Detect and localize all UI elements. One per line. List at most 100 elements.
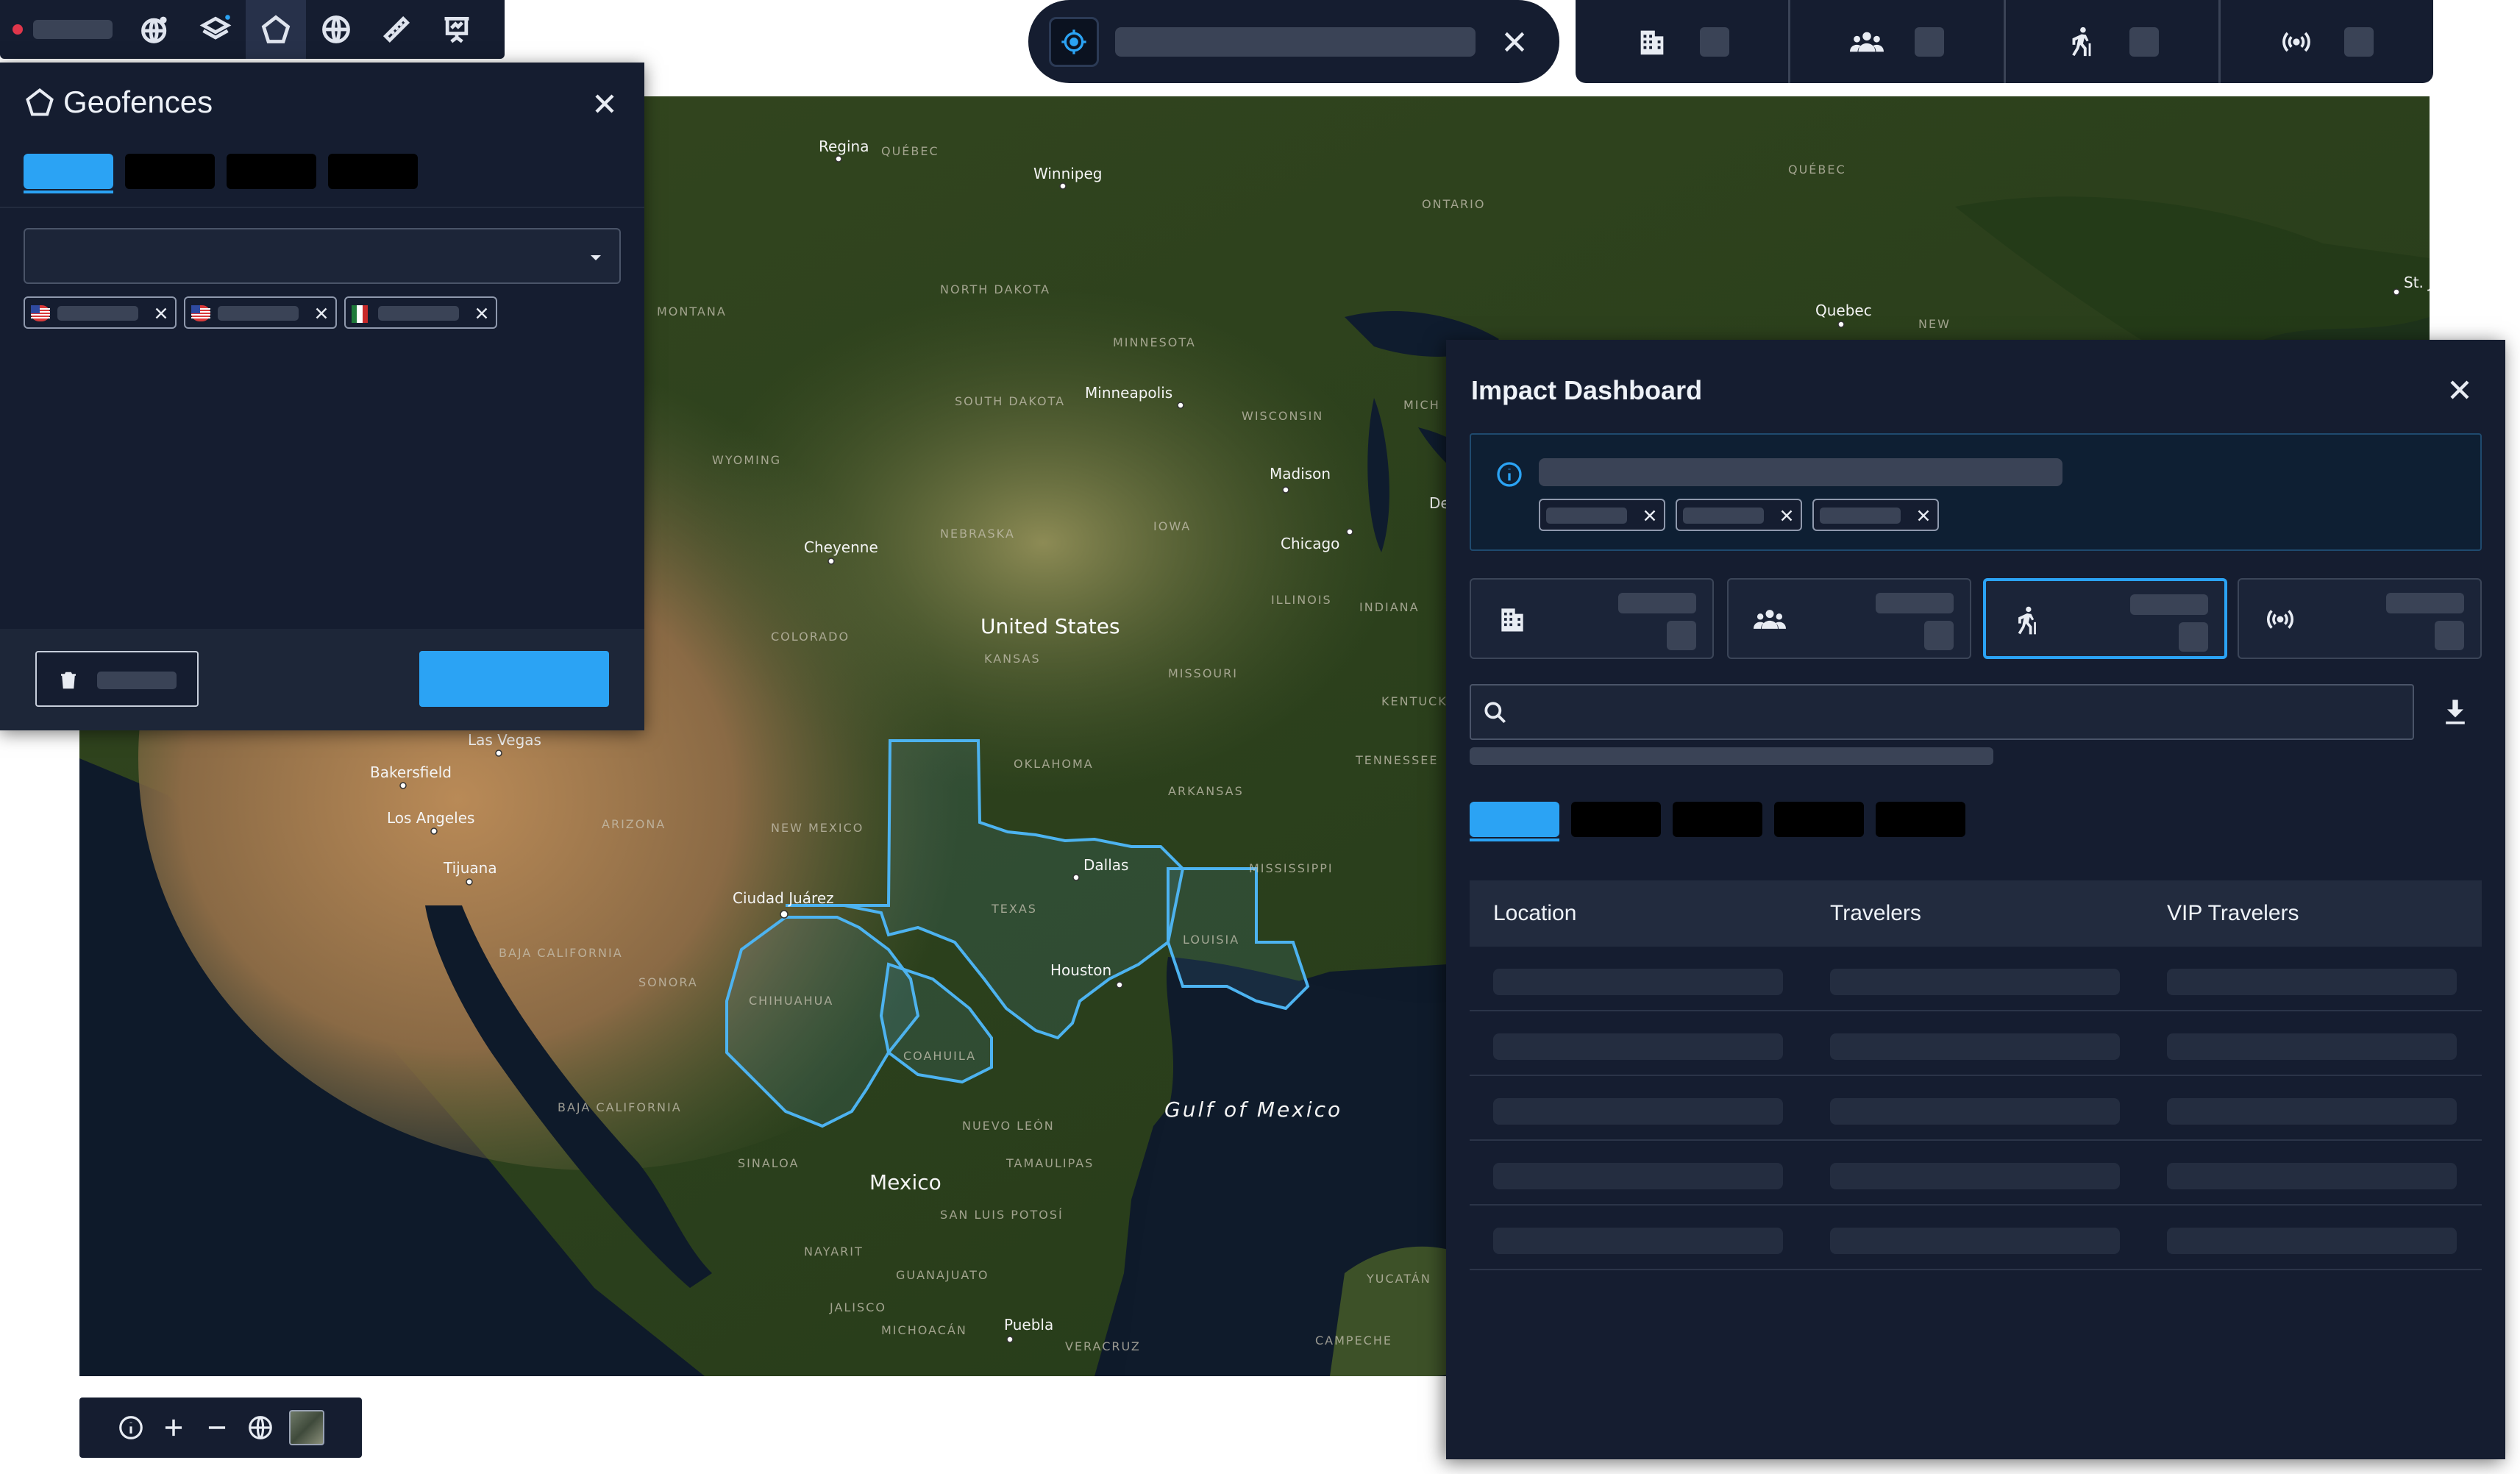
map-label: Madison xyxy=(1270,465,1331,483)
map-label: NEW MEXICO xyxy=(771,821,864,835)
geofence-tab[interactable] xyxy=(227,154,316,189)
impact-tile-broadcast[interactable] xyxy=(2238,578,2482,659)
geofence-tool[interactable] xyxy=(246,0,306,59)
geofence-tab[interactable] xyxy=(125,154,215,189)
people-group-icon xyxy=(1754,610,1786,629)
map-label: ARIZONA xyxy=(602,817,666,831)
map-label: Tijuana xyxy=(443,859,497,877)
remove-tag-icon[interactable] xyxy=(1640,506,1659,525)
globe-pin-tool[interactable] xyxy=(125,0,185,59)
delete-label-placeholder xyxy=(97,672,177,689)
table-row[interactable] xyxy=(1470,1076,2482,1141)
column-header-location[interactable]: Location xyxy=(1493,901,1576,926)
panel-title: Geofences xyxy=(63,85,213,119)
map-label: BAJA CALIFORNIA xyxy=(499,946,623,960)
search-input[interactable] xyxy=(1115,26,1476,57)
cell-placeholder xyxy=(1830,969,2120,995)
zoom-out-icon[interactable] xyxy=(203,1414,231,1442)
geofence-tab[interactable] xyxy=(24,154,113,189)
tab-underline xyxy=(24,191,113,193)
search-clear-button[interactable] xyxy=(1496,24,1533,60)
impact-tile-buildings[interactable] xyxy=(1470,578,1714,659)
globe-tool[interactable] xyxy=(306,0,366,59)
cell-placeholder xyxy=(2167,969,2457,995)
info-icon xyxy=(1497,462,1522,487)
trash-icon xyxy=(61,672,76,689)
tile-value-placeholder xyxy=(2179,622,2208,652)
geofence-tab[interactable] xyxy=(328,154,418,189)
cell-placeholder xyxy=(2167,1228,2457,1254)
remove-tag-icon[interactable] xyxy=(1777,506,1796,525)
info-icon[interactable] xyxy=(117,1414,145,1442)
remove-tag-icon[interactable] xyxy=(1914,506,1933,525)
cell-placeholder xyxy=(1830,1098,2120,1125)
pentagon-icon xyxy=(26,88,54,116)
map-label: TEXAS xyxy=(991,902,1037,916)
impact-tile-people[interactable] xyxy=(1727,578,1971,659)
map-label: Las Vegas xyxy=(468,731,541,749)
impact-tab[interactable] xyxy=(1571,802,1661,837)
map-label: CHIHUAHUA xyxy=(749,994,833,1008)
remove-tag-icon[interactable] xyxy=(312,304,331,323)
metric-broadcast[interactable] xyxy=(2221,0,2433,83)
download-button[interactable] xyxy=(2439,696,2471,728)
map-label: JALISCO xyxy=(829,1300,886,1314)
metric-travelers[interactable] xyxy=(2006,0,2221,83)
map-label: Minneapolis xyxy=(1085,384,1172,402)
map-label: Puebla xyxy=(1004,1316,1053,1334)
table-row[interactable] xyxy=(1470,1011,2482,1076)
results-summary-placeholder xyxy=(1470,747,1993,765)
remove-tag-icon[interactable] xyxy=(472,304,491,323)
globe-icon xyxy=(322,15,350,43)
close-button[interactable] xyxy=(2444,374,2476,406)
column-header-vip-travelers[interactable]: VIP Travelers xyxy=(2167,901,2299,926)
metric-people[interactable] xyxy=(1790,0,2006,83)
column-header-travelers[interactable]: Travelers xyxy=(1830,901,1921,926)
globe-icon[interactable] xyxy=(246,1414,274,1442)
impact-tile-travelers[interactable] xyxy=(1983,578,2227,659)
map-label: MONTANA xyxy=(657,305,727,318)
target-icon xyxy=(1061,29,1086,54)
map-label: Chicago xyxy=(1281,535,1339,552)
geofences-panel: Geofences xyxy=(0,63,644,730)
close-button[interactable] xyxy=(588,88,621,120)
presentation-tool[interactable] xyxy=(427,0,487,59)
globe-pin-icon xyxy=(141,16,167,43)
target-button[interactable] xyxy=(1049,16,1099,67)
satellite-thumbnail-icon[interactable] xyxy=(289,1410,325,1445)
cell-placeholder xyxy=(1830,1033,2120,1060)
close-icon xyxy=(1504,32,1525,51)
search-input[interactable] xyxy=(1470,684,2414,740)
layers-tool[interactable] xyxy=(185,0,246,59)
table-row[interactable] xyxy=(1470,947,2482,1011)
tile-value-placeholder xyxy=(1924,621,1954,650)
map-label: MISSOURI xyxy=(1168,666,1238,680)
map-label: Ciudad Juárez xyxy=(733,889,834,907)
metric-buildings[interactable] xyxy=(1576,0,1791,83)
delete-button[interactable] xyxy=(35,651,199,707)
chevron-down-icon xyxy=(591,255,601,260)
map-label: ARKANSAS xyxy=(1168,784,1244,798)
map-label: COAHUILA xyxy=(903,1049,976,1063)
map-label: WISCONSIN xyxy=(1242,409,1323,423)
apply-button[interactable] xyxy=(419,651,609,707)
map-label: Los Angeles xyxy=(387,809,474,827)
map-label: NAYARIT xyxy=(804,1245,864,1258)
map-label: NUEVO LEÓN xyxy=(962,1119,1055,1133)
table-row[interactable] xyxy=(1470,1206,2482,1270)
zoom-in-icon[interactable] xyxy=(160,1414,188,1442)
impact-tab[interactable] xyxy=(1673,802,1762,837)
table-row[interactable] xyxy=(1470,1141,2482,1206)
recording-indicator[interactable] xyxy=(0,0,125,59)
cell-placeholder xyxy=(2167,1163,2457,1189)
impact-tab[interactable] xyxy=(1876,802,1965,837)
us-flag-icon xyxy=(31,305,50,321)
measure-tool[interactable] xyxy=(366,0,427,59)
impact-tab[interactable] xyxy=(1774,802,1864,837)
map-label: BAJA CALIFORNIA xyxy=(558,1100,682,1114)
geofence-select[interactable] xyxy=(24,228,621,284)
cell-placeholder xyxy=(2167,1098,2457,1125)
map-label: Houston xyxy=(1050,961,1111,979)
remove-tag-icon[interactable] xyxy=(152,304,171,323)
impact-tab[interactable] xyxy=(1470,802,1559,837)
